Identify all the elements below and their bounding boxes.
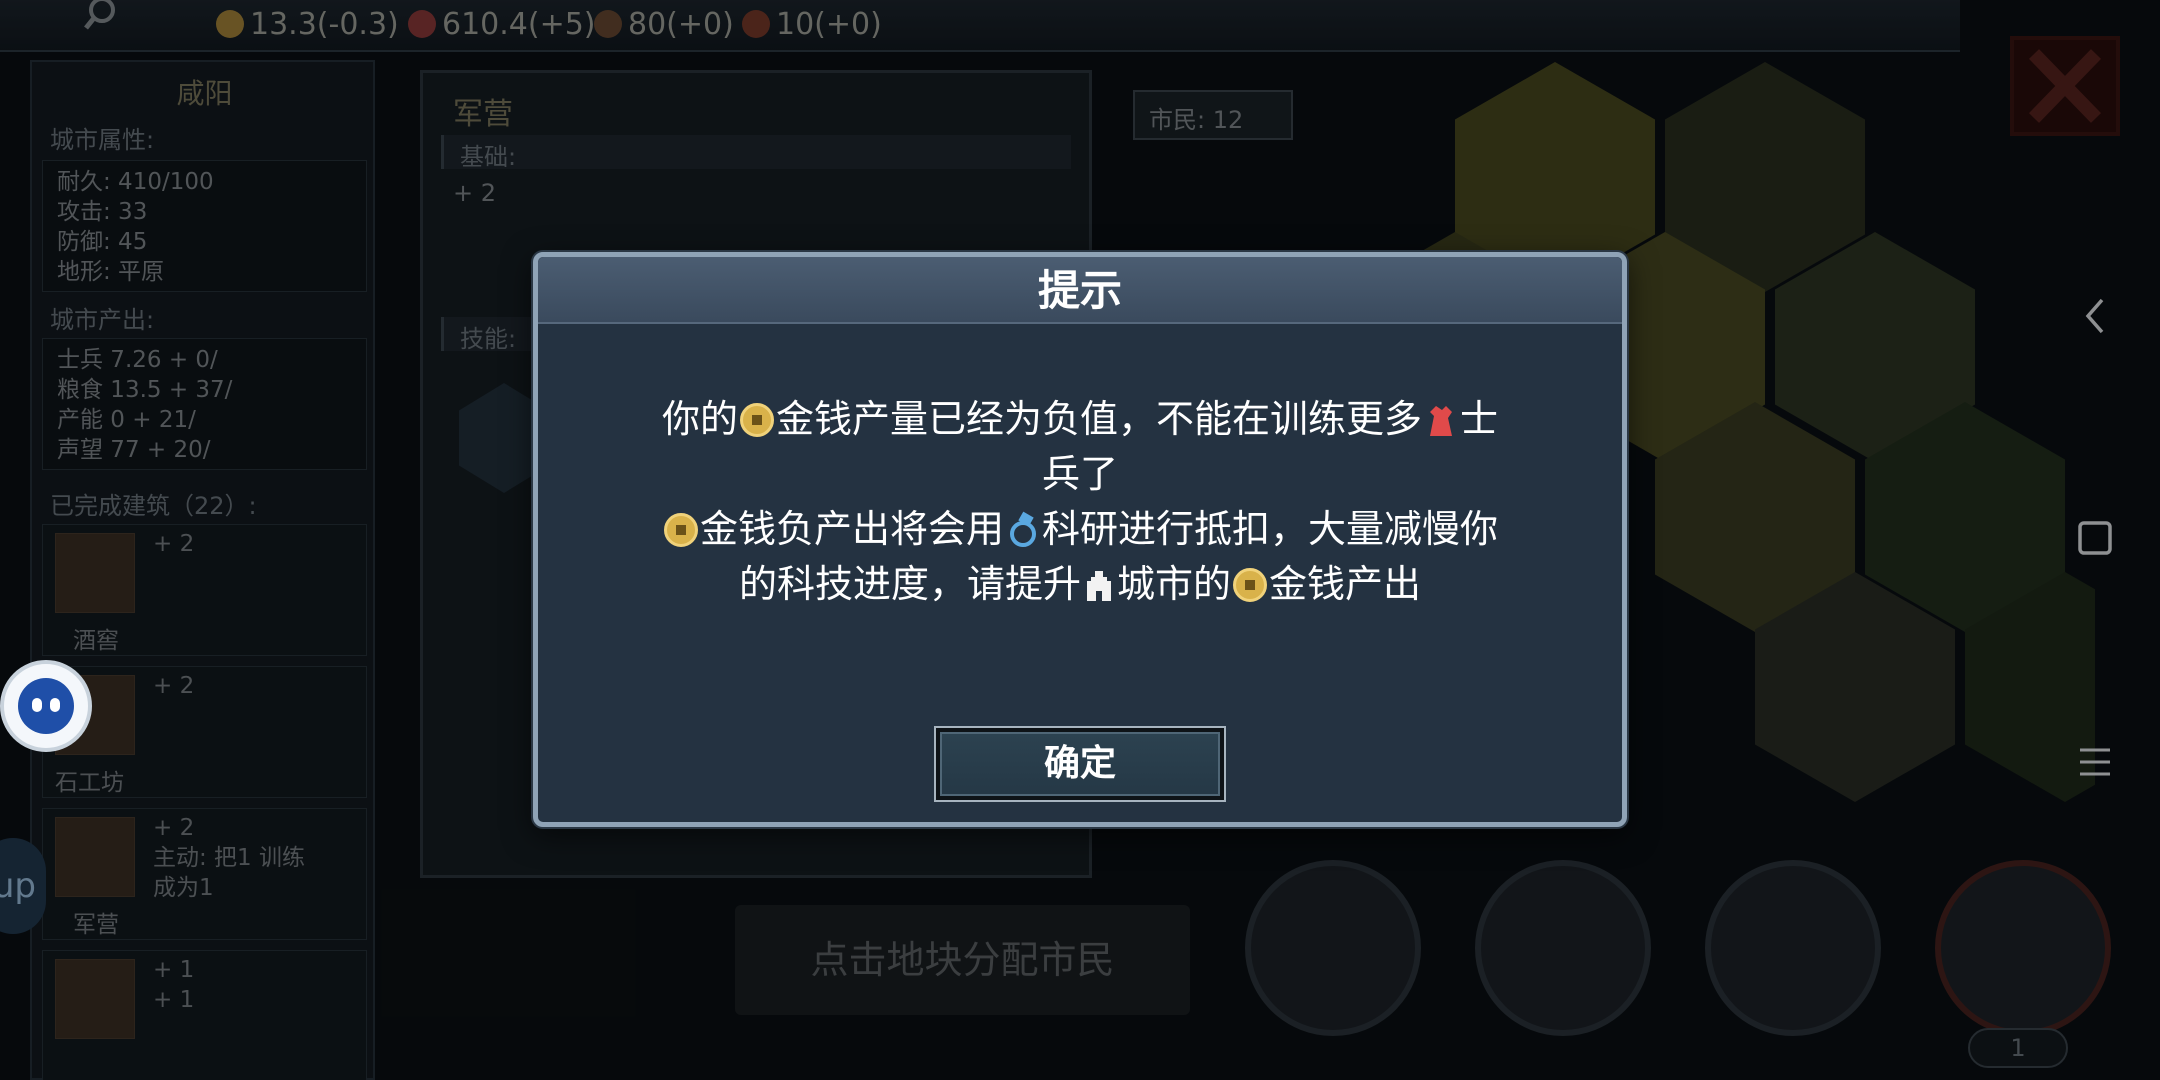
soldier-icon: [1430, 406, 1452, 436]
message-text: 金钱负产出将会用: [699, 507, 1004, 551]
message-text: 金钱产量已经为负值，不能在训练更多: [775, 397, 1422, 441]
confirm-button-label: 确定: [940, 732, 1220, 796]
gold-coin-icon: [1233, 568, 1267, 602]
message-text: 的科技进度，请提升: [738, 562, 1081, 606]
message-text: 士: [1460, 397, 1499, 441]
message-text: 城市的: [1116, 562, 1231, 606]
message-line: 兵了: [618, 447, 1542, 502]
avatar-face-icon: [18, 678, 74, 734]
confirm-button[interactable]: 确定: [934, 726, 1226, 802]
gold-coin-icon: [739, 403, 774, 437]
message-line: 的科技进度，请提升 城市的 金钱产出: [618, 557, 1542, 612]
dialog-message: 你的 金钱产量已经为负值，不能在训练更多士 兵了 金钱负产出将会用 科研进行抵扣，大…: [618, 392, 1542, 612]
message-line: 金钱负产出将会用 科研进行抵扣，大量减慢你: [618, 502, 1542, 557]
castle-icon: [1086, 571, 1111, 601]
alert-dialog: 提示 你的 金钱产量已经为负值，不能在训练更多士 兵了 金钱负产出将会用 科研进行抵…: [533, 252, 1627, 827]
message-text: 你的: [661, 397, 738, 441]
message-text: 科研进行抵扣，大量减慢你: [1042, 507, 1499, 551]
dialog-title: 提示: [1037, 266, 1122, 315]
research-flask-icon: [1010, 511, 1036, 547]
message-text: 兵了: [1041, 452, 1118, 496]
gold-coin-icon: [663, 513, 698, 547]
message-text: 金钱产出: [1269, 562, 1422, 606]
message-line: 你的 金钱产量已经为负值，不能在训练更多士: [618, 392, 1542, 447]
assistant-avatar[interactable]: [0, 660, 92, 752]
